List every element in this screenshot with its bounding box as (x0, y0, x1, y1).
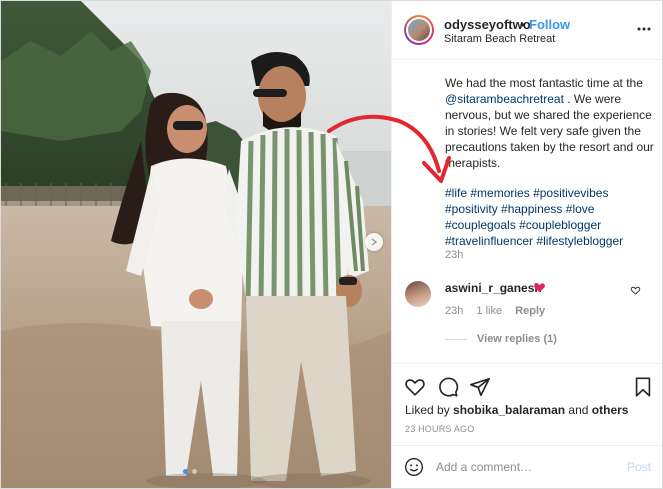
emoji-smile-icon[interactable] (404, 457, 424, 477)
post-header: odysseyoftwo • Follow Sitaram Beach Retr… (392, 1, 662, 60)
post-side-panel: odysseyoftwo • Follow Sitaram Beach Retr… (391, 1, 662, 488)
commenter-username[interactable]: aswini_r_ganesh (445, 281, 542, 295)
follow-button[interactable]: Follow (529, 17, 570, 32)
liked-by-user[interactable]: shobika_balaraman (453, 403, 565, 417)
hashtag[interactable]: #positivevibes (533, 186, 608, 200)
hashtag[interactable]: #memories (470, 186, 529, 200)
carousel-dots (183, 469, 197, 474)
couple-beach-photo (1, 1, 391, 488)
comment-item: aswini_r_ganesh 23h 1 like Reply View re… (392, 277, 662, 347)
view-replies-button[interactable]: View replies (1) (445, 333, 557, 345)
red-heart-emoji-icon (534, 283, 545, 293)
separator-dot: • (520, 17, 525, 32)
caption-time: 23h (445, 249, 464, 261)
share-icon[interactable] (469, 376, 491, 398)
caption-text: We had the most fantastic time at the @s… (445, 76, 654, 170)
heart-icon[interactable] (404, 376, 426, 398)
reply-button[interactable]: Reply (515, 305, 545, 317)
hashtag[interactable]: #love (566, 202, 595, 216)
author-avatar[interactable] (404, 15, 434, 45)
carousel-dot (192, 469, 197, 474)
hashtag[interactable]: #happiness (501, 202, 562, 216)
comment-icon[interactable] (437, 376, 459, 398)
commenter-avatar[interactable] (405, 281, 431, 307)
carousel-dot-active (183, 469, 188, 474)
post-timestamp[interactable]: 23 HOURS AGO (405, 424, 474, 434)
hashtag[interactable]: #coupleblogger (519, 218, 601, 232)
post-location[interactable]: Sitaram Beach Retreat (444, 33, 555, 45)
hashtag[interactable]: #travelinfluencer (445, 234, 533, 248)
comment-meta: 23h 1 like Reply (445, 305, 555, 317)
nav-next-button[interactable] (365, 233, 383, 251)
caption-mention[interactable]: @sitarambeachretreat (445, 92, 564, 106)
post-comment-button[interactable]: Post (627, 460, 651, 474)
likes-summary: Liked by shobika_balaraman and others (405, 403, 629, 417)
hashtag[interactable]: #lifestyleblogger (536, 234, 623, 248)
liked-by-others[interactable]: others (592, 403, 629, 417)
comment-input[interactable] (436, 456, 616, 478)
hashtag[interactable]: #life (445, 186, 467, 200)
post-actions-bar (392, 363, 662, 404)
post-caption: We had the most fantastic time at the @s… (445, 75, 655, 249)
more-horizontal-icon[interactable] (636, 21, 652, 37)
instagram-post: odysseyoftwo • Follow Sitaram Beach Retr… (0, 0, 663, 489)
author-username[interactable]: odysseyoftwo (444, 17, 531, 32)
add-comment-bar: Post (392, 445, 662, 488)
hashtag[interactable]: #couplegoals (445, 218, 516, 232)
post-photo[interactable] (1, 1, 391, 488)
caption-hashtags: #life #memories #positivevibes #positivi… (445, 185, 655, 249)
comment-time: 23h (445, 305, 464, 317)
hashtag[interactable]: #positivity (445, 202, 498, 216)
chevron-right-icon (371, 238, 378, 246)
like-comment-heart-icon[interactable] (630, 285, 641, 296)
bookmark-icon[interactable] (632, 376, 654, 398)
comment-like-count[interactable]: 1 like (476, 305, 502, 317)
